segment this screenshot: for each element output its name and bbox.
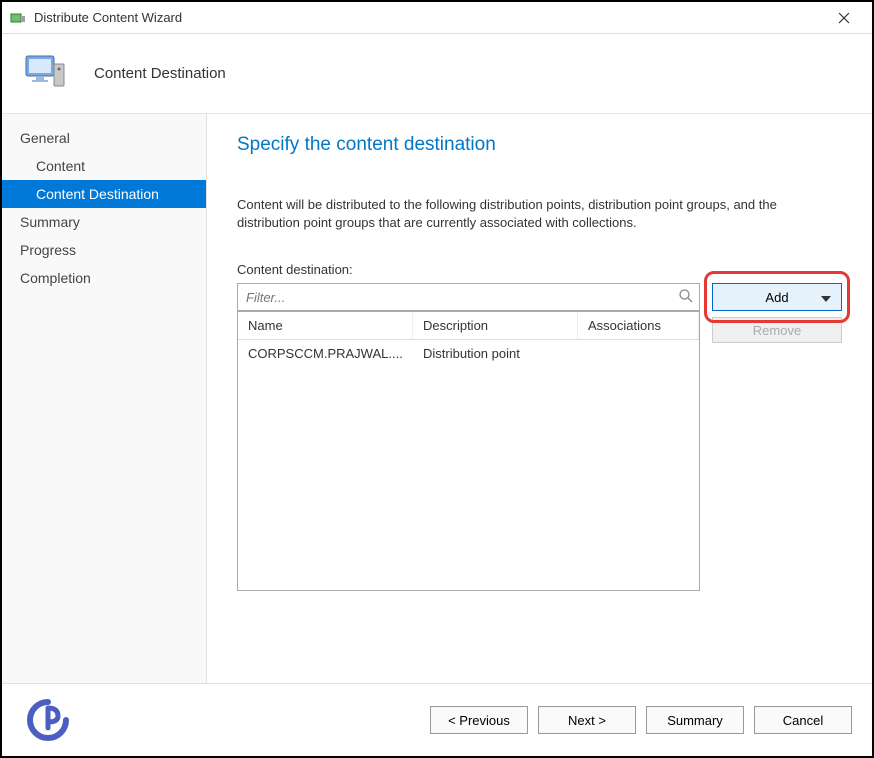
close-button[interactable]	[824, 4, 864, 32]
wizard-window: Distribute Content Wizard Content Destin…	[0, 0, 874, 758]
brand-logo	[26, 698, 70, 742]
destination-table: Name Description Associations CORPSCCM.P…	[237, 311, 700, 591]
main-panel: Specify the content destination Content …	[207, 114, 872, 683]
remove-button: Remove	[712, 317, 842, 343]
titlebar: Distribute Content Wizard	[2, 2, 872, 34]
next-button[interactable]: Next >	[538, 706, 636, 734]
app-icon	[10, 10, 26, 26]
summary-button[interactable]: Summary	[646, 706, 744, 734]
cancel-button[interactable]: Cancel	[754, 706, 852, 734]
add-button[interactable]: Add	[712, 283, 842, 311]
sidebar-item-summary[interactable]: Summary	[2, 208, 206, 236]
add-button-label: Add	[765, 290, 788, 305]
content-destination-label: Content destination:	[237, 262, 842, 277]
computer-icon	[22, 50, 70, 98]
col-name[interactable]: Name	[238, 312, 413, 339]
window-title: Distribute Content Wizard	[34, 10, 824, 25]
description-text: Content will be distributed to the follo…	[237, 196, 807, 232]
sidebar: General Content Content Destination Summ…	[2, 114, 207, 683]
page-title: Specify the content destination	[237, 134, 842, 156]
chevron-down-icon	[821, 290, 831, 305]
table-row[interactable]: CORPSCCM.PRAJWAL.... Distribution point	[238, 340, 699, 367]
header: Content Destination	[2, 34, 872, 114]
filter-input[interactable]	[237, 283, 700, 311]
cell-associations	[578, 340, 699, 367]
search-icon[interactable]	[678, 288, 694, 304]
cell-description: Distribution point	[413, 340, 578, 367]
sidebar-item-general[interactable]: General	[2, 124, 206, 152]
col-associations[interactable]: Associations	[578, 312, 699, 339]
header-title: Content Destination	[94, 65, 226, 82]
col-description[interactable]: Description	[413, 312, 578, 339]
table-header: Name Description Associations	[238, 312, 699, 340]
cell-name: CORPSCCM.PRAJWAL....	[238, 340, 413, 367]
sidebar-item-progress[interactable]: Progress	[2, 236, 206, 264]
sidebar-item-completion[interactable]: Completion	[2, 264, 206, 292]
sidebar-item-content[interactable]: Content	[2, 152, 206, 180]
previous-button[interactable]: < Previous	[430, 706, 528, 734]
footer: < Previous Next > Summary Cancel	[2, 683, 872, 756]
sidebar-item-content-destination[interactable]: Content Destination	[2, 180, 206, 208]
